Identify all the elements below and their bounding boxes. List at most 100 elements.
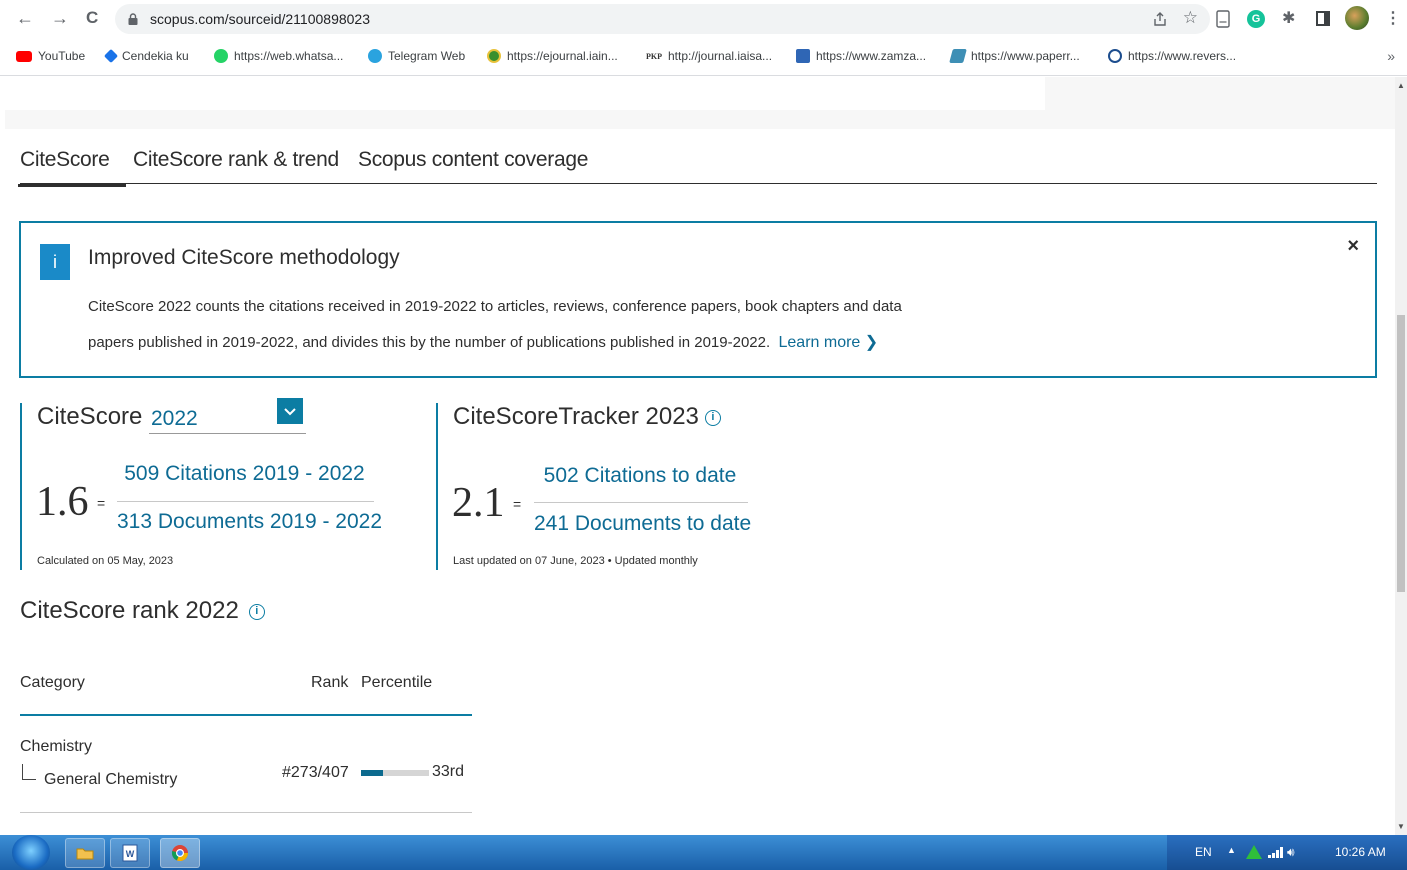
extensions-puzzle-icon[interactable]: ✱ — [1282, 9, 1295, 29]
bookmark-ejournal[interactable]: https://ejournal.iain... — [487, 49, 618, 63]
bookmarks-overflow-icon[interactable]: » — [1387, 48, 1395, 64]
notice-line-2: papers published in 2019-2022, and divid… — [88, 334, 771, 351]
tab-citescore[interactable]: CiteScore — [18, 148, 125, 187]
menu-kebab-icon[interactable]: ⋮ — [1385, 9, 1401, 29]
citescore-tracker-panel: CiteScoreTracker 2023 i 2.1 = 502 Citatio… — [436, 403, 836, 570]
category-name: Chemistry — [20, 738, 93, 755]
chevron-down-icon[interactable] — [277, 398, 303, 424]
bookmark-zamzar[interactable]: https://www.zamza... — [796, 49, 926, 63]
percentile-value: 33rd — [432, 763, 465, 780]
fraction-line — [534, 502, 748, 503]
tab-bar: CiteScore CiteScore rank & trend Scopus … — [18, 140, 1377, 187]
whatsapp-icon — [214, 49, 228, 63]
notice-line-1: CiteScore 2022 counts the citations rece… — [88, 298, 902, 315]
scroll-down-icon[interactable]: ▼ — [1397, 822, 1405, 831]
bookmark-label: http://journal.iaisa... — [668, 49, 773, 63]
volume-icon[interactable]: 🔊︎ — [1287, 845, 1295, 860]
pkp-icon: PKP — [646, 51, 662, 61]
learn-more-link[interactable]: Learn more ❯ — [779, 334, 879, 351]
word-icon[interactable]: W — [110, 838, 150, 868]
bookmark-label: https://www.revers... — [1128, 49, 1237, 63]
svg-text:W: W — [126, 849, 135, 859]
telegram-icon — [368, 49, 382, 63]
clock-time[interactable]: 10:26 AM — [1335, 845, 1386, 859]
learn-more-label: Learn more — [778, 334, 861, 351]
equals-sign: = — [97, 495, 106, 511]
notice-line-2-wrap: papers published in 2019-2022, and divid… — [88, 325, 948, 361]
bookmark-cendekia[interactable]: Cendekia ku — [103, 48, 189, 64]
scroll-up-icon[interactable]: ▲ — [1397, 81, 1405, 90]
start-button[interactable] — [12, 835, 50, 870]
tracker-label: CiteScoreTracker 2023 — [453, 403, 699, 430]
citescore-documents-link[interactable]: 313 Documents 2019 - 2022 — [117, 510, 382, 534]
table-row: Chemistry General Chemistry #273/407 33r… — [20, 716, 472, 813]
bookmark-telegram[interactable]: Telegram Web — [368, 49, 465, 63]
rank-value: #273/407 — [282, 764, 349, 781]
bookmark-label: https://ejournal.iain... — [507, 49, 618, 63]
notice-body: CiteScore 2022 counts the citations rece… — [88, 289, 948, 361]
share-icon[interactable] — [1152, 11, 1168, 27]
profile-avatar[interactable] — [1345, 6, 1369, 30]
browser-toolbar: ← → C scopus.com/sourceid/21100898023 ☆ … — [0, 0, 1407, 38]
bookmark-label: https://www.paperr... — [971, 49, 1080, 63]
fraction-line — [117, 501, 374, 502]
citescore-rank-title: CiteScore rank 2022 i — [20, 597, 265, 625]
rank-table-header: Category Rank Percentile — [20, 662, 472, 716]
chrome-icon[interactable] — [160, 838, 200, 868]
show-hidden-icons-icon[interactable]: ▲ — [1227, 845, 1236, 855]
bookmark-whatsapp[interactable]: https://web.whatsa... — [214, 49, 343, 63]
back-button[interactable]: ← — [16, 8, 34, 28]
header-strip-white — [5, 77, 1045, 110]
tracker-citations-link[interactable]: 502 Citations to date — [534, 464, 746, 488]
rank-table: Category Rank Percentile Chemistry Gener… — [20, 662, 472, 813]
lock-icon — [128, 13, 138, 25]
citescore-year-value: 2022 — [151, 407, 198, 430]
close-icon[interactable]: × — [1347, 235, 1359, 258]
tracker-title: CiteScoreTracker 2023 i — [453, 403, 721, 431]
tracker-value: 2.1 — [452, 480, 505, 526]
action-center-flag-icon[interactable] — [1245, 844, 1263, 860]
scrollbar-thumb[interactable] — [1397, 315, 1405, 592]
youtube-icon — [16, 50, 32, 62]
grammarly-icon[interactable]: G — [1247, 10, 1265, 28]
info-circle-icon[interactable]: i — [704, 409, 721, 426]
file-explorer-icon[interactable] — [65, 838, 105, 868]
bookmark-reverso[interactable]: https://www.revers... — [1108, 49, 1236, 63]
reload-button[interactable]: C — [86, 8, 98, 28]
language-indicator[interactable]: EN — [1195, 845, 1212, 859]
reading-list-icon[interactable] — [1216, 10, 1230, 28]
side-panel-icon[interactable] — [1316, 11, 1330, 26]
tracker-documents-link[interactable]: 241 Documents to date — [534, 512, 751, 536]
address-bar[interactable]: scopus.com/sourceid/21100898023 ☆ — [115, 4, 1210, 34]
bookmark-star-icon[interactable]: ☆ — [1183, 8, 1198, 28]
bookmark-label: Cendekia ku — [122, 49, 189, 63]
ejournal-icon — [487, 49, 501, 63]
bookmark-pkp[interactable]: PKP http://journal.iaisa... — [646, 49, 772, 63]
tree-connector — [22, 764, 36, 780]
citescore-panel: CiteScore 2022 1.6 = 509 Citations 2019 … — [20, 398, 420, 570]
forward-button[interactable]: → — [51, 8, 69, 28]
header-category: Category — [20, 674, 85, 691]
tab-citescore-rank-trend[interactable]: CiteScore rank & trend — [133, 148, 339, 172]
page-scrollbar[interactable]: ▲ ▼ — [1395, 77, 1407, 835]
page-content: CiteScore CiteScore rank & trend Scopus … — [0, 77, 1395, 835]
subcategory-name: General Chemistry — [44, 771, 178, 788]
citescore-label: CiteScore — [37, 403, 143, 430]
info-circle-icon[interactable]: i — [248, 603, 265, 620]
header-percentile: Percentile — [361, 674, 433, 691]
zamzar-icon — [796, 49, 810, 63]
bookmarks-bar: YouTube Cendekia ku https://web.whatsa..… — [0, 38, 1407, 76]
bookmark-paperrater[interactable]: https://www.paperr... — [949, 49, 1080, 63]
percentile-bar — [361, 770, 429, 776]
network-signal-icon[interactable] — [1268, 847, 1284, 858]
bookmark-youtube[interactable]: YouTube — [16, 49, 85, 63]
citescore-citations-link[interactable]: 509 Citations 2019 - 2022 — [117, 462, 372, 486]
paperrater-icon — [949, 49, 967, 63]
reverso-icon — [1108, 49, 1122, 63]
chevron-right-icon: ❯ — [864, 334, 879, 351]
url-text: scopus.com/sourceid/21100898023 — [150, 11, 371, 27]
methodology-notice: i Improved CiteScore methodology CiteSco… — [19, 221, 1377, 378]
bookmark-label: https://web.whatsa... — [234, 49, 344, 63]
cendekia-icon — [103, 48, 119, 64]
tab-scopus-content-coverage[interactable]: Scopus content coverage — [358, 148, 588, 172]
